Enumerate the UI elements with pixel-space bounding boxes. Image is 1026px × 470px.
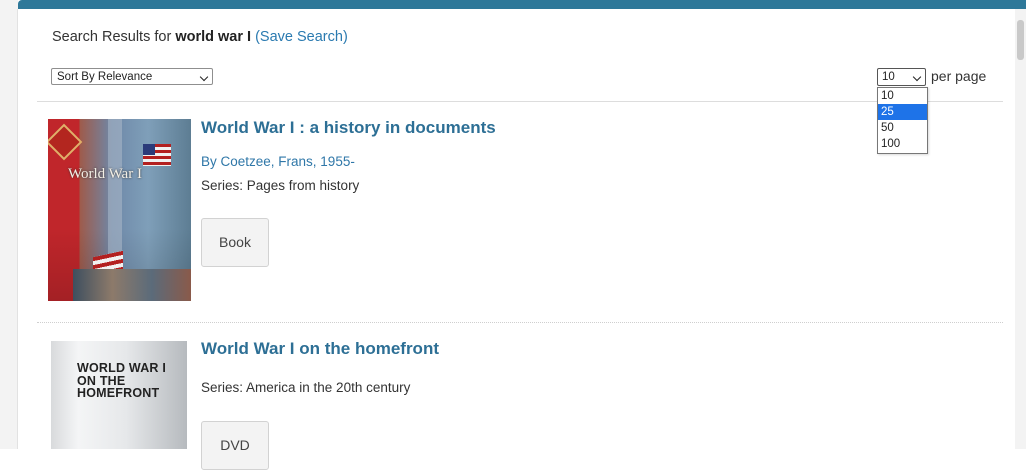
flag-icon: [143, 144, 171, 166]
header-accent-bar: [18, 0, 1026, 9]
chevron-down-icon: [912, 72, 922, 82]
divider: [37, 101, 1003, 102]
per-page-option[interactable]: 10: [878, 88, 927, 104]
per-page-label: per page: [931, 68, 987, 84]
per-page-option[interactable]: 50: [878, 120, 927, 136]
save-search-link[interactable]: (Save Search): [255, 29, 348, 45]
left-margin-divider: [17, 9, 18, 449]
cover-title-text: World War I: [68, 166, 142, 182]
result-title-link[interactable]: World War I on the homefront: [201, 339, 439, 359]
per-page-option-highlighted[interactable]: 25: [878, 104, 927, 120]
cover-emblem-icon: [48, 123, 83, 161]
search-results-heading: Search Results for world war I (Save Sea…: [52, 29, 348, 45]
search-query: world war I: [175, 29, 252, 45]
format-button-book[interactable]: Book: [201, 218, 269, 267]
sort-select-value: Sort By Relevance: [57, 71, 153, 83]
per-page-value: 10: [882, 71, 895, 83]
per-page-option[interactable]: 100: [878, 136, 927, 152]
result-author-link[interactable]: By Coetzee, Frans, 1955-: [201, 154, 355, 169]
result-title-link[interactable]: World War I : a history in documents: [201, 118, 496, 138]
sort-select[interactable]: Sort By Relevance: [51, 68, 213, 85]
dvd-cover-image[interactable]: WORLD WAR I ON THE HOMEFRONT: [51, 341, 187, 449]
per-page-select[interactable]: 10: [877, 68, 926, 86]
scrollbar-track[interactable]: [1015, 9, 1026, 449]
result-series: Series: Pages from history: [201, 178, 360, 193]
divider: [37, 322, 1003, 323]
cover-crowd-shape: [73, 269, 191, 301]
per-page-dropdown-list[interactable]: 10 25 50 100: [877, 87, 928, 154]
format-button-dvd[interactable]: DVD: [201, 421, 269, 470]
cover-title-text: WORLD WAR I ON THE HOMEFRONT: [77, 361, 166, 400]
book-cover-image[interactable]: World War I: [48, 119, 191, 301]
scrollbar-thumb[interactable]: [1017, 20, 1024, 60]
left-margin: [0, 0, 18, 449]
results-prefix: Search Results for: [52, 29, 176, 45]
chevron-down-icon: [199, 72, 209, 82]
result-series: Series: America in the 20th century: [201, 380, 411, 395]
